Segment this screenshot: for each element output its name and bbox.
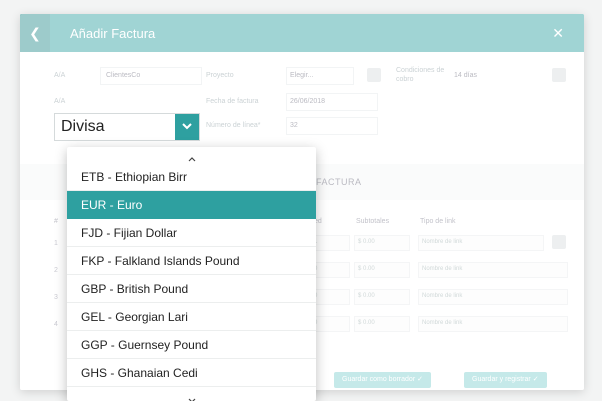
save-draft-label: Guardar como borrador (342, 376, 416, 383)
currency-option[interactable]: GEL - Georgian Lari (67, 303, 316, 331)
condiciones-button[interactable] (552, 68, 566, 82)
scroll-down-button[interactable] (67, 391, 316, 401)
field1-label: A/A (54, 72, 66, 79)
col-header-link: Tipo de link (420, 218, 456, 225)
save-register-label: Guardar y registrar (472, 376, 531, 383)
condiciones-value: 14 días (454, 72, 477, 79)
row-number: 4 (54, 321, 58, 328)
currency-option[interactable]: ETB - Ethiopian Birr (67, 163, 316, 191)
numero-value: 32 (290, 122, 298, 129)
divisa-dropdown-toggle[interactable] (175, 114, 199, 140)
section-title: FACTURA (316, 177, 362, 187)
modal-header: ❮ Añadir Factura ✕ (20, 14, 584, 52)
currency-option[interactable]: GGP - Guernsey Pound (67, 331, 316, 359)
currency-option-selected[interactable]: EUR - Euro (67, 191, 316, 219)
currency-option[interactable]: GHS - Ghanaian Cedi (67, 359, 316, 387)
close-button[interactable]: ✕ (552, 25, 564, 42)
save-draft-button[interactable]: Guardar como borrador ✓ (334, 372, 431, 388)
divisa-select[interactable]: Divisa (54, 113, 200, 141)
col-header-num: # (54, 218, 58, 225)
proyecto-label: Proyecto (206, 72, 234, 79)
subtotal-value: $ 0.00 (358, 239, 375, 245)
col-header-subtotal: Subtotales (356, 218, 390, 225)
back-button[interactable]: ❮ (20, 14, 50, 52)
row-number: 2 (54, 267, 58, 274)
subtotal-value: $ 0.00 (358, 293, 375, 299)
row-number: 3 (54, 294, 58, 301)
scroll-up-button[interactable] (67, 149, 316, 163)
modal-title: Añadir Factura (70, 26, 156, 41)
chevron-down-icon (182, 123, 192, 130)
condiciones-label: Condiciones de cobro (396, 67, 445, 83)
currency-dropdown[interactable]: ETB - Ethiopian Birr EUR - Euro FJD - Fi… (67, 147, 316, 401)
currency-option[interactable]: FJD - Fijian Dollar (67, 219, 316, 247)
divisa-label: Divisa (61, 118, 105, 135)
fecha-value: 26/06/2018 (290, 98, 326, 105)
field2-label: A/A (54, 98, 66, 105)
currency-option[interactable]: FKP - Falkland Islands Pound (67, 247, 316, 275)
row-number: 1 (54, 240, 58, 247)
numero-input[interactable] (286, 117, 378, 135)
link-value: Nombre de link (422, 266, 463, 272)
subtotal-value: $ 0.00 (358, 266, 375, 272)
chevron-up-icon (188, 157, 195, 162)
subtotal-value: $ 0.00 (358, 320, 375, 326)
currency-option[interactable]: GBP - British Pound (67, 275, 316, 303)
save-register-button[interactable]: Guardar y registrar ✓ (464, 372, 547, 388)
proyecto-add-button[interactable] (367, 68, 381, 82)
fecha-label: Fecha de factura (206, 98, 259, 105)
client-value: ClientesCo (106, 72, 141, 79)
check-icon: ✓ (532, 376, 539, 383)
close-icon: ✕ (552, 25, 564, 41)
link-value: Nombre de link (422, 293, 463, 299)
numero-label: Número de línea* (206, 122, 261, 129)
link-value: Nombre de link (422, 320, 463, 326)
check-icon: ✓ (417, 376, 423, 383)
chevron-left-icon: ❮ (29, 25, 41, 41)
row-action-button[interactable] (552, 235, 566, 249)
link-value: Nombre de link (422, 239, 463, 245)
proyecto-value: Elegir... (290, 72, 314, 79)
